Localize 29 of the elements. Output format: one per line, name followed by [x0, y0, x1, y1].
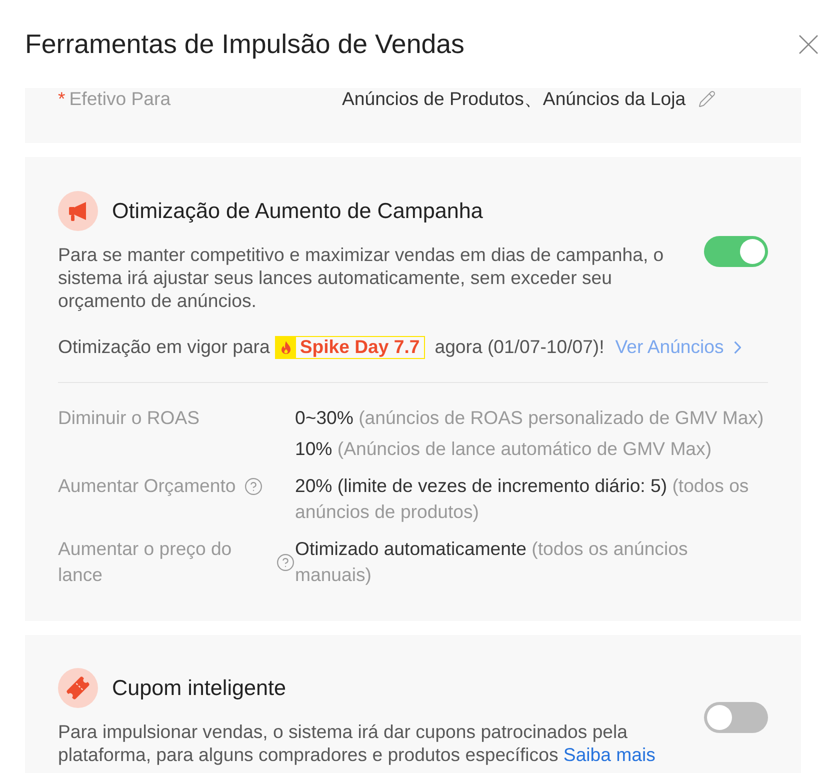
- detail-value: 20% (limite de vezes de incremento diário: 5) (todos os anúncios de produtos): [295, 474, 750, 524]
- view-ads-link[interactable]: Ver Anúncios: [615, 335, 741, 359]
- detail-value: 0~30% (anúncios de ROAS personalizado de GMV Max): [295, 406, 765, 430]
- detail-value: Otimizado automaticamente (todos os anúncios manuais): [295, 537, 689, 587]
- feature-title: Cupom inteligente: [112, 675, 286, 701]
- chevron-right-icon: [734, 340, 741, 354]
- dialog-title: Ferramentas de Impulsão de Vendas: [25, 28, 464, 61]
- field-value: Anúncios de Produtos、Anúncios da Loja: [342, 88, 686, 109]
- detail-value: 10% (Anúncios de lance automático de GMV Max): [295, 437, 713, 461]
- help-icon[interactable]: [276, 552, 295, 572]
- field-label: Efetivo Para: [69, 88, 171, 109]
- close-icon[interactable]: [799, 34, 818, 54]
- promo-text: agora (01/07-10/07)!: [434, 335, 604, 359]
- help-icon[interactable]: [244, 476, 263, 496]
- event-name: Spike Day 7.7: [300, 335, 420, 359]
- learn-more-link[interactable]: Saiba mais: [563, 744, 656, 765]
- feature-title: Otimização de Aumento de Campanha: [112, 198, 483, 224]
- pencil-icon[interactable]: [698, 90, 716, 108]
- detail-label: Diminuir o ROAS: [58, 406, 200, 430]
- toggle-switch[interactable]: [704, 702, 768, 732]
- feature-description: Para se manter competitivo e maximizar vendas em dias de campanha, o sistema irá ajustar seus lances automaticamente, sem exceder seu orçamento de anúncios.: [58, 243, 665, 312]
- megaphone-icon: [58, 191, 98, 231]
- detail-label: Aumentar o preço do lance: [58, 537, 233, 587]
- toggle-switch[interactable]: [704, 236, 768, 267]
- detail-label: Aumentar Orçamento: [58, 474, 236, 498]
- required-mark: *: [58, 88, 66, 109]
- feature-description: Para impulsionar vendas, o sistema irá dar cupons patrocinados pela plataforma, para alguns compradores e produtos específicos Saiba mais: [58, 720, 656, 766]
- promo-text: Otimização em vigor para: [58, 335, 270, 359]
- ticket-icon: [58, 668, 98, 708]
